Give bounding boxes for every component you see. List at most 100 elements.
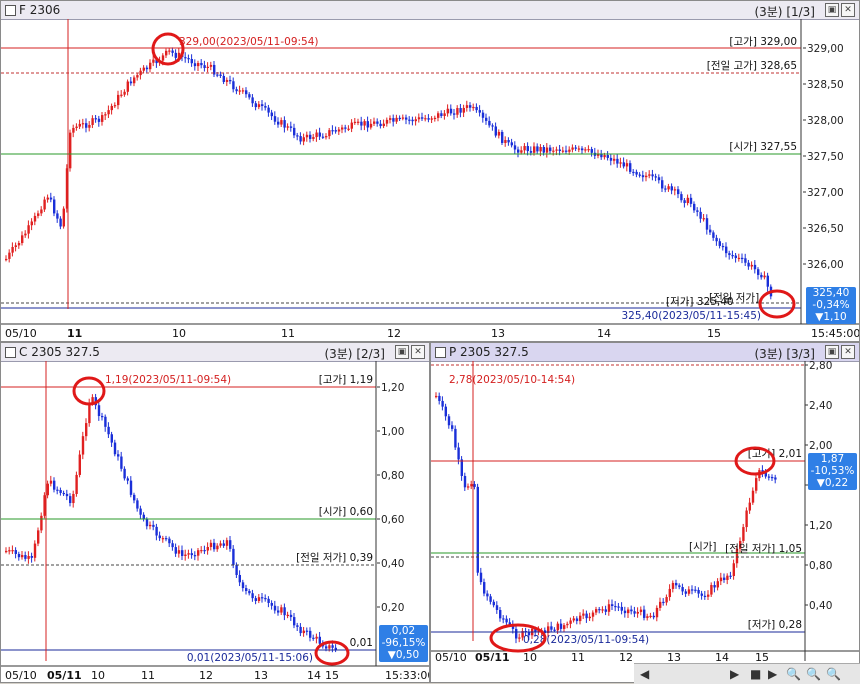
candle-body (462, 107, 465, 113)
futures-candles: 329,00(2023/05/11-09:54) [고가] 329,00 [전일… (1, 19, 859, 340)
y-tick-label: 0,20 (381, 602, 404, 614)
candle-body (283, 120, 286, 128)
candle-body (152, 59, 155, 63)
pane-select-checkbox[interactable] (435, 347, 446, 358)
candle-body (315, 132, 318, 138)
candle-body (161, 538, 165, 540)
candle-body (293, 127, 296, 136)
x-tick-label: 10 (523, 651, 537, 661)
candle-body (344, 127, 347, 129)
zoom-in-icon[interactable]: 🔍 (806, 667, 821, 681)
candle-body (587, 149, 590, 151)
zoom-reset-icon[interactable]: 🔍 (826, 667, 841, 681)
pane-select-checkbox[interactable] (5, 347, 16, 358)
futures-chart-pane[interactable]: F 2306 (3분) [1/3] ▣ ✕ 329,00(2023/05/11-… (0, 0, 860, 342)
candle-body (33, 543, 37, 558)
x-tick-label: 11 (281, 327, 295, 340)
candle-body (609, 157, 613, 161)
pane-select-checkbox[interactable] (5, 5, 16, 16)
candle-body (46, 197, 49, 200)
candle-body (213, 542, 216, 550)
candle-body (595, 609, 598, 613)
candle-body (510, 142, 513, 146)
candle-body (555, 149, 558, 151)
candle-body (441, 400, 444, 407)
candle-body (254, 598, 257, 602)
candle-body (171, 50, 174, 53)
candle-body (476, 486, 479, 573)
candle-body (629, 163, 632, 172)
candle-body (104, 416, 107, 427)
candle-body (766, 275, 769, 287)
candle-body (97, 405, 101, 417)
candle-body (53, 480, 56, 490)
candle-body (457, 447, 460, 460)
put-candles: 2,78(2023/05/10-14:54) [고가] 2,01 [시가] [전… (431, 361, 859, 661)
restore-icon[interactable]: ▣ (395, 345, 409, 359)
candle-body (257, 597, 261, 602)
candle-body (203, 550, 206, 552)
candle-body (579, 615, 582, 622)
stop-icon[interactable]: ■ (750, 667, 761, 681)
restore-icon[interactable]: ▣ (825, 345, 839, 359)
scroll-left-icon[interactable]: ◀ (640, 667, 649, 681)
x-tick-label: 15 (755, 651, 769, 661)
candle-body (581, 148, 584, 151)
high-note: 329,00(2023/05/11-09:54) (179, 36, 319, 48)
candle-body (449, 108, 453, 114)
low-line-label: 0,01 (350, 637, 373, 649)
candle-body (257, 104, 261, 108)
close-icon[interactable]: ✕ (841, 345, 855, 359)
candle-body (216, 74, 219, 76)
candle-body (627, 609, 630, 614)
candle-body (315, 636, 318, 639)
candle-body (443, 113, 446, 116)
candle-body (747, 262, 750, 267)
close-icon[interactable]: ✕ (841, 3, 855, 17)
candle-body (447, 416, 451, 426)
candle-body (376, 121, 379, 124)
candle-body (505, 618, 508, 623)
candle-body (705, 218, 709, 230)
candle-body (424, 118, 427, 120)
candle-body (142, 67, 145, 71)
candle-body (165, 538, 168, 540)
candle-body (460, 459, 463, 476)
candle-body (49, 197, 53, 200)
futures-title: F 2306 (19, 3, 61, 17)
candle-body (456, 108, 459, 115)
put-chart-pane[interactable]: P 2305 327.5 (3분) [3/3] ▣ ✕ 2,78(2023/05… (430, 342, 860, 683)
candle-body (732, 563, 735, 577)
candle-body (222, 543, 225, 546)
candle-body (566, 623, 569, 626)
zoom-out-icon[interactable]: 🔍 (786, 667, 801, 681)
candle-body (475, 106, 478, 111)
restore-icon[interactable]: ▣ (825, 3, 839, 17)
x-tick-label: 12 (619, 651, 633, 661)
call-pane-index: [2/3] (356, 347, 385, 361)
y-tick-label: 2,40 (809, 400, 832, 412)
candle-body (454, 428, 457, 448)
call-title: C 2305 327.5 (19, 345, 100, 359)
candle-body (659, 601, 662, 608)
candle-body (728, 253, 731, 256)
candle-body (444, 406, 447, 417)
candle-body (126, 81, 129, 92)
scroll-right-icon[interactable]: ▶ (730, 667, 739, 681)
candle-body (750, 264, 753, 267)
candle-body (209, 64, 213, 67)
y-tick-label: 1,20 (381, 382, 404, 394)
call-chart-pane[interactable]: C 2305 327.5 (3분) [2/3] ▣ ✕ 1,19(2023/05… (0, 342, 430, 683)
candle-body (451, 425, 454, 429)
play-icon[interactable]: ▶ (768, 667, 777, 681)
candle-body (671, 582, 675, 589)
y-tick-label: 0,80 (809, 560, 832, 572)
close-icon[interactable]: ✕ (411, 345, 425, 359)
candle-body (489, 596, 492, 602)
candle-body (616, 158, 619, 164)
candle-body (56, 489, 59, 491)
candle-body (598, 609, 601, 611)
candle-body (267, 107, 270, 113)
candle-body (694, 589, 697, 591)
candle-body (709, 229, 712, 233)
